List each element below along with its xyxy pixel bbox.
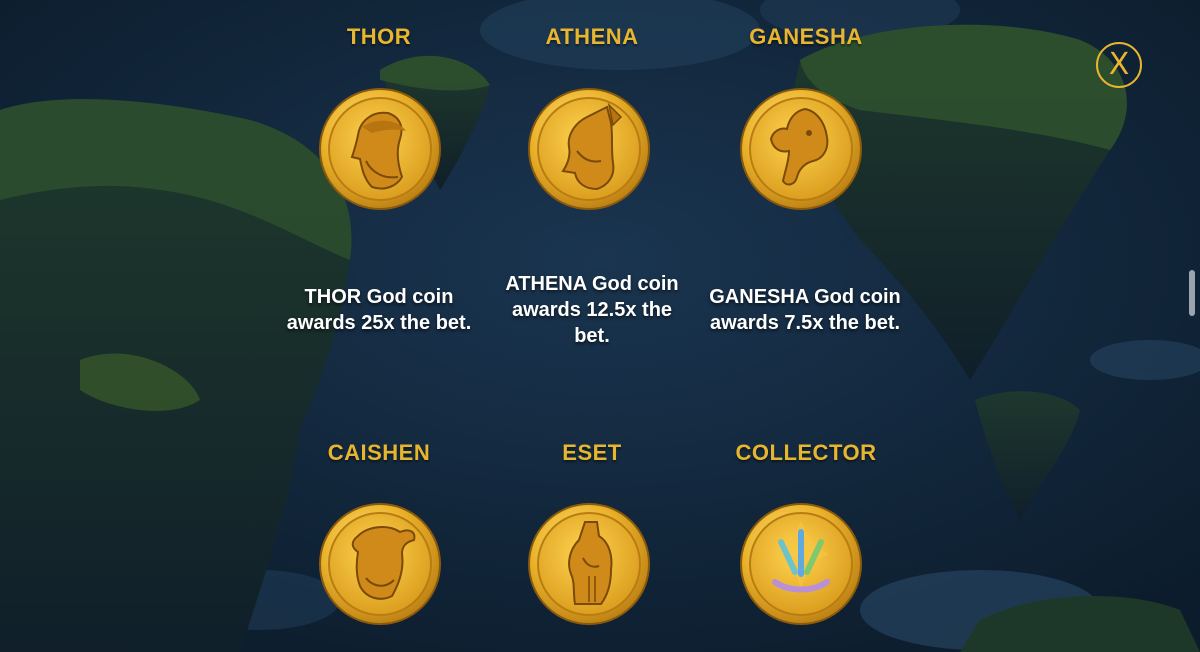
symbol-title-eset: ESET xyxy=(562,440,622,465)
symbol-description-thor: THOR God coin awards 25x the bet. xyxy=(286,286,472,334)
eset-coin-icon xyxy=(528,503,650,625)
athena-coin-icon xyxy=(528,88,650,210)
symbol-title-thor: THOR xyxy=(346,24,412,49)
scrollbar-thumb[interactable] xyxy=(1189,270,1195,316)
symbol-description-ganesha: GANESHA God coin awards 7.5x the bet. xyxy=(709,286,901,334)
symbol-title-collector: COLLECTOR xyxy=(735,440,877,465)
symbol-title-ganesha: GANESHA xyxy=(749,24,863,49)
symbol-title-athena: ATHENA xyxy=(545,24,639,49)
ganesha-coin-icon xyxy=(740,88,862,210)
caishen-coin-icon xyxy=(319,503,441,625)
close-button[interactable]: X xyxy=(1096,42,1142,88)
collector-coin-icon xyxy=(740,503,862,625)
symbol-description-athena: ATHENA God coin awards 12.5x the bet. xyxy=(505,273,679,347)
thor-coin-icon xyxy=(319,88,441,210)
symbol-title-caishen: CAISHEN xyxy=(327,440,431,465)
